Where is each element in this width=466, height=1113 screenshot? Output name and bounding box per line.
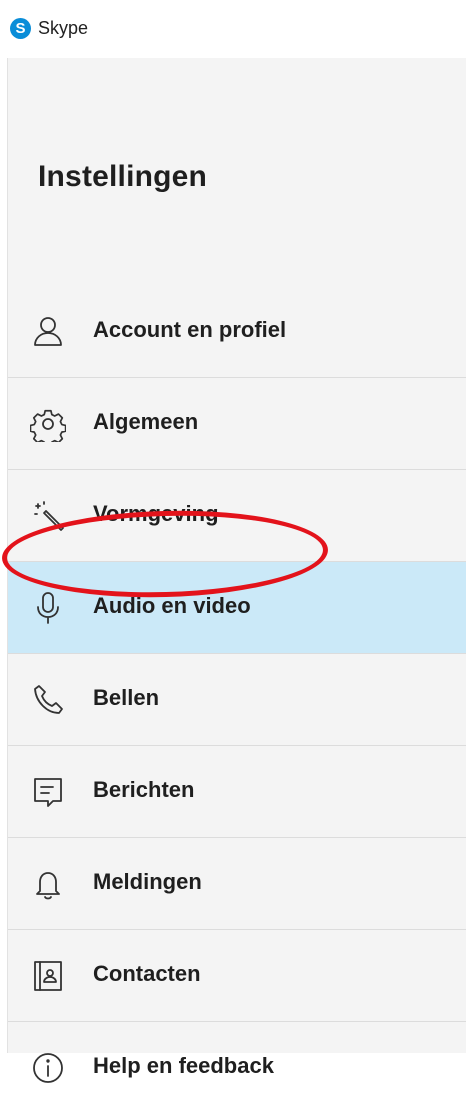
settings-panel: Instellingen Account en profiel Algemeen…	[7, 58, 466, 1083]
settings-menu: Account en profiel Algemeen Vormgeving A…	[8, 286, 466, 1113]
menu-item-label: Bellen	[93, 685, 160, 710]
menu-item-label: Berichten	[93, 777, 195, 802]
phone-icon	[28, 680, 68, 720]
gear-icon	[28, 404, 68, 444]
person-icon	[28, 312, 68, 352]
menu-item-label: Audio en video	[93, 593, 251, 618]
settings-title: Instellingen	[38, 160, 208, 193]
menu-item-label: Meldingen	[93, 869, 202, 894]
menu-item-help-feedback[interactable]: Help en feedback	[8, 1022, 466, 1113]
microphone-icon	[28, 588, 68, 628]
info-icon	[28, 1048, 68, 1088]
menu-item-notifications[interactable]: Meldingen	[8, 838, 466, 930]
menu-item-account[interactable]: Account en profiel	[8, 286, 466, 378]
menu-item-label: Algemeen	[93, 409, 199, 434]
menu-item-contacts[interactable]: Contacten	[8, 930, 466, 1022]
menu-item-calling[interactable]: Bellen	[8, 654, 466, 746]
menu-item-messages[interactable]: Berichten	[8, 746, 466, 838]
menu-item-general[interactable]: Algemeen	[8, 378, 466, 470]
title-bar: S Skype	[0, 0, 466, 58]
magic-wand-icon	[28, 496, 68, 536]
menu-item-label: Vormgeving	[93, 501, 219, 526]
message-icon	[28, 772, 68, 812]
app-name: Skype	[38, 18, 89, 38]
menu-item-label: Help en feedback	[93, 1053, 274, 1078]
menu-item-audio-video[interactable]: Audio en video	[8, 562, 466, 654]
skype-logo-icon: S	[10, 18, 31, 39]
menu-item-label: Account en profiel	[93, 317, 287, 342]
menu-item-label: Contacten	[93, 961, 201, 986]
menu-item-appearance[interactable]: Vormgeving	[8, 470, 466, 562]
bell-icon	[28, 864, 68, 904]
contact-card-icon	[28, 956, 68, 996]
